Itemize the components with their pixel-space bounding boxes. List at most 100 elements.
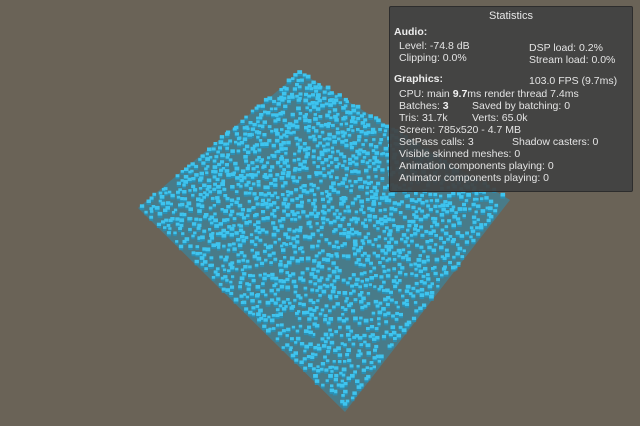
cube <box>222 187 227 191</box>
cube <box>295 234 300 238</box>
cube <box>389 212 394 216</box>
cube <box>197 209 202 213</box>
cube <box>262 276 267 281</box>
cube <box>309 312 315 317</box>
cube <box>360 279 364 283</box>
cube <box>372 138 376 141</box>
cube <box>311 134 316 138</box>
cube <box>273 119 278 123</box>
cube <box>304 86 310 90</box>
cube <box>226 173 231 177</box>
cube <box>258 238 263 242</box>
cube <box>285 343 290 347</box>
cube <box>414 273 419 277</box>
cube <box>303 98 309 103</box>
cube <box>248 273 252 278</box>
cube <box>256 183 261 187</box>
cube <box>325 113 330 118</box>
cube <box>278 262 283 267</box>
cube <box>303 118 308 123</box>
cube <box>229 198 235 202</box>
cube <box>338 212 342 216</box>
cube <box>263 193 268 197</box>
cube <box>293 218 298 221</box>
cube <box>340 181 345 185</box>
cube <box>337 182 341 186</box>
cube <box>307 325 312 329</box>
cube <box>445 253 450 258</box>
cube <box>325 142 330 146</box>
cube <box>230 172 236 177</box>
cube <box>351 232 355 236</box>
cube <box>434 243 438 246</box>
cube <box>308 307 313 311</box>
cube <box>223 257 228 262</box>
cube <box>348 179 352 183</box>
cube <box>369 325 375 329</box>
cube <box>332 230 336 233</box>
cube <box>299 204 304 208</box>
cube <box>340 218 345 222</box>
cube <box>213 218 218 223</box>
cube <box>266 198 271 202</box>
cube <box>328 309 332 313</box>
scene-viewport[interactable]: Statistics Audio: Level: -74.8 dB DSP lo… <box>0 0 640 426</box>
cube <box>356 248 361 253</box>
cube <box>264 230 269 234</box>
cube <box>247 199 252 203</box>
cube <box>266 245 271 250</box>
cube <box>383 146 389 151</box>
cube <box>445 210 450 214</box>
cube <box>369 261 373 265</box>
cube <box>293 119 299 124</box>
cube <box>418 306 423 311</box>
cube <box>345 254 351 259</box>
cube <box>271 154 277 158</box>
cube <box>236 149 241 153</box>
cube <box>254 236 259 240</box>
cube <box>342 177 347 181</box>
cube <box>206 178 212 183</box>
cube <box>291 236 296 241</box>
cube <box>297 215 302 219</box>
cube <box>357 349 362 353</box>
cube <box>333 377 338 382</box>
cube <box>372 356 377 360</box>
cube <box>246 208 252 212</box>
cube <box>329 254 334 258</box>
cube <box>312 275 318 279</box>
cube <box>433 217 438 220</box>
cube <box>479 225 484 230</box>
cube <box>332 212 337 216</box>
cube <box>352 391 357 395</box>
cube <box>215 232 220 236</box>
cube <box>242 137 248 141</box>
cube <box>398 312 403 317</box>
cube <box>308 109 313 112</box>
cube <box>295 94 299 98</box>
cube <box>259 159 264 163</box>
cube <box>334 165 339 169</box>
cube <box>328 155 333 159</box>
cube <box>392 267 396 271</box>
cube <box>237 243 243 248</box>
cube <box>282 160 287 165</box>
cube <box>401 233 407 237</box>
cube <box>202 229 207 233</box>
cube <box>349 124 354 128</box>
cube <box>292 87 297 91</box>
cube <box>277 219 282 223</box>
cube <box>267 253 272 257</box>
cube <box>264 175 269 179</box>
cube <box>335 176 339 180</box>
cube <box>283 264 289 268</box>
cube <box>275 313 280 318</box>
cube <box>447 219 452 223</box>
cube <box>259 113 264 117</box>
cube <box>216 199 221 204</box>
cube <box>357 293 363 297</box>
cube <box>475 226 479 230</box>
cube <box>331 123 335 127</box>
cube <box>422 266 428 271</box>
cube <box>236 197 240 200</box>
